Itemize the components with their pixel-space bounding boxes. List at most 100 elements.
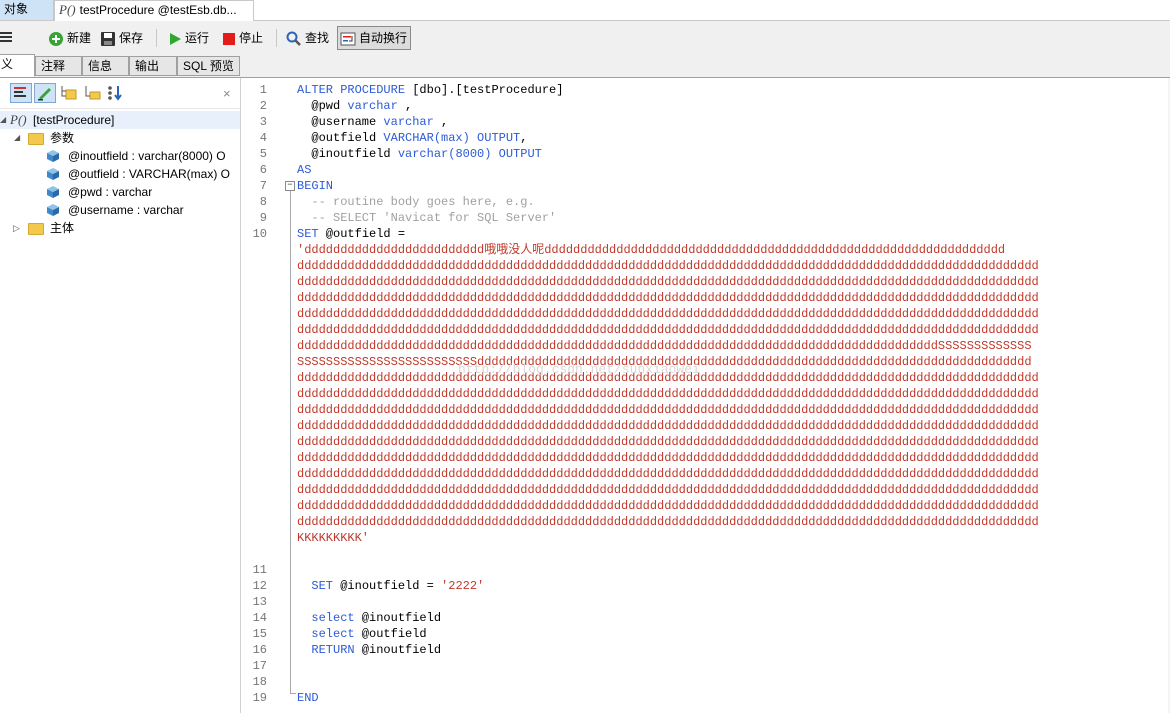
string-literal-line: dddddddddddddddddddddddddddddddddddddddd… <box>297 339 1032 353</box>
code-line: ALTER PROCEDURE [dbo].[testProcedure] <box>297 83 564 97</box>
tree-root[interactable]: ◢ P() [testProcedure] <box>0 111 240 129</box>
tab-info-label: 信息 <box>88 59 113 73</box>
toolbar-separator <box>276 29 277 47</box>
tree-param-label: @inoutfield : varchar(8000) O <box>68 149 226 163</box>
code-line: AS <box>297 163 312 177</box>
folder-icon <box>28 133 44 145</box>
word-wrap-toggle[interactable]: 自动换行 <box>337 26 412 50</box>
tree-folder-params[interactable]: ◢ 参数 <box>0 129 240 147</box>
code-line: select @inoutfield <box>297 611 442 625</box>
tree-folder-body[interactable]: ▷ 主体 <box>0 219 240 237</box>
string-literal-line: KKKKKKKKK' <box>297 531 370 545</box>
tree-param-item[interactable]: @username : varchar <box>0 201 240 219</box>
string-literal-line: dddddddddddddddddddddddddddddddddddddddd… <box>297 275 1039 289</box>
procedure-icon: P() <box>10 112 27 127</box>
stop-button[interactable]: 停止 <box>222 27 263 49</box>
collapse-icon[interactable]: ◢ <box>0 111 6 129</box>
line-number: 18 <box>252 675 267 689</box>
run-button[interactable]: 运行 <box>168 27 209 49</box>
string-literal-block: 'ddddddddddddddddddddddddd哦哦没人呢ddddddddd… <box>297 242 1170 546</box>
save-icon <box>101 31 115 46</box>
tree-param-item[interactable]: @pwd : varchar <box>0 183 240 201</box>
line-number: 7 <box>259 179 267 193</box>
fold-toggle-icon[interactable]: − <box>285 181 295 191</box>
string-literal-line: SSSSSSSSSSSSSSSSSSSSSSSSSddddddddddddddd… <box>297 355 1032 369</box>
code-line: BEGIN <box>297 179 334 193</box>
tab-comment-label: 注释 <box>41 59 66 73</box>
tree-param-label: @outfield : VARCHAR(max) O <box>68 167 230 181</box>
sql-editor[interactable]: − 1 2 3 4 5 6 7 8 9 10 11 12 13 14 15 16… <box>243 78 1170 713</box>
collapse-icon[interactable]: ◢ <box>14 129 20 147</box>
code-comment: -- SELECT 'Navicat for SQL Server' <box>297 211 557 225</box>
save-button[interactable]: 保存 <box>100 27 143 49</box>
run-icon <box>170 32 181 45</box>
add-child-icon[interactable] <box>84 84 102 102</box>
new-button[interactable]: 新建 <box>48 27 91 49</box>
tree-folder-label: 参数 <box>50 131 75 145</box>
line-number: 13 <box>252 595 267 609</box>
find-icon <box>286 31 301 46</box>
string-literal-line: dddddddddddddddddddddddddddddddddddddddd… <box>297 499 1039 513</box>
run-label: 运行 <box>185 31 210 45</box>
code-line: select @outfield <box>297 627 427 641</box>
code-line: @username varchar , <box>297 115 449 129</box>
code-comment: -- routine body goes here, e.g. <box>297 195 535 209</box>
code-line: SET @outfield = <box>297 227 406 241</box>
tab-definition-label: 义 <box>1 57 14 71</box>
close-panel-icon[interactable]: × <box>223 86 231 101</box>
param-icon <box>47 168 59 180</box>
tab-objects[interactable]: 对象 <box>0 0 54 20</box>
tab-procedure-label: testProcedure @testEsb.db... <box>79 3 237 17</box>
tab-info[interactable]: 信息 <box>82 56 129 76</box>
line-number: 10 <box>252 227 267 241</box>
string-literal-line: dddddddddddddddddddddddddddddddddddddddd… <box>297 323 1039 337</box>
fold-guide <box>290 191 291 694</box>
line-number: 14 <box>252 611 267 625</box>
new-label: 新建 <box>67 31 92 45</box>
document-tab-bar: 对象 P() testProcedure @testEsb.db... <box>0 0 1170 21</box>
tab-comment[interactable]: 注释 <box>35 56 82 76</box>
line-number: 4 <box>259 131 267 145</box>
code-line: @pwd varchar , <box>297 99 413 113</box>
string-literal-line: dddddddddddddddddddddddddddddddddddddddd… <box>297 515 1039 529</box>
code-line: RETURN @inoutfield <box>297 643 442 657</box>
stop-icon <box>223 32 235 45</box>
string-literal-line: dddddddddddddddddddddddddddddddddddddddd… <box>297 483 1039 497</box>
string-literal-line: dddddddddddddddddddddddddddddddddddddddd… <box>297 291 1039 305</box>
tab-output-label: 输出 <box>135 59 160 73</box>
folder-icon <box>28 223 44 235</box>
tab-sql-preview[interactable]: SQL 预览 <box>177 56 240 76</box>
string-literal-line: dddddddddddddddddddddddddddddddddddddddd… <box>297 419 1039 433</box>
line-number: 3 <box>259 115 267 129</box>
string-literal-line: dddddddddddddddddddddddddddddddddddddddd… <box>297 371 1039 385</box>
add-param-icon[interactable] <box>60 84 78 102</box>
sort-icon[interactable] <box>106 84 124 102</box>
string-literal-line: dddddddddddddddddddddddddddddddddddddddd… <box>297 307 1039 321</box>
string-literal-line: dddddddddddddddddddddddddddddddddddddddd… <box>297 387 1039 401</box>
line-number: 2 <box>259 99 267 113</box>
watermark: http://blog.csdn.net/sunxiaowei <box>458 362 700 377</box>
tab-definition[interactable]: 义 <box>0 54 35 77</box>
tab-output[interactable]: 输出 <box>129 56 177 76</box>
line-number: 12 <box>252 579 267 593</box>
code-line: @inoutfield varchar(8000) OUTPUT <box>297 147 542 161</box>
stop-label: 停止 <box>239 31 264 45</box>
string-literal-line: 'ddddddddddddddddddddddddd哦哦没人呢ddddddddd… <box>297 243 1006 257</box>
line-number: 6 <box>259 163 267 177</box>
toolbar-separator <box>156 29 157 47</box>
tab-procedure[interactable]: P() testProcedure @testEsb.db... <box>54 0 254 21</box>
tree-toolbar: × <box>0 78 240 109</box>
tree-param-item[interactable]: @outfield : VARCHAR(max) O <box>0 165 240 183</box>
menu-button[interactable] <box>0 29 12 51</box>
edit-icon[interactable] <box>34 83 56 103</box>
code-line: END <box>297 691 319 705</box>
wrap-icon <box>340 32 356 46</box>
tree-folder-label: 主体 <box>50 221 75 235</box>
param-icon <box>47 150 59 162</box>
find-button[interactable]: 查找 <box>286 27 329 49</box>
wrap-label: 自动换行 <box>359 31 408 45</box>
outline-view-icon[interactable] <box>10 83 32 103</box>
line-number: 1 <box>259 83 267 97</box>
tree-param-item[interactable]: @inoutfield : varchar(8000) O <box>0 147 240 165</box>
expand-icon[interactable]: ▷ <box>13 219 20 237</box>
